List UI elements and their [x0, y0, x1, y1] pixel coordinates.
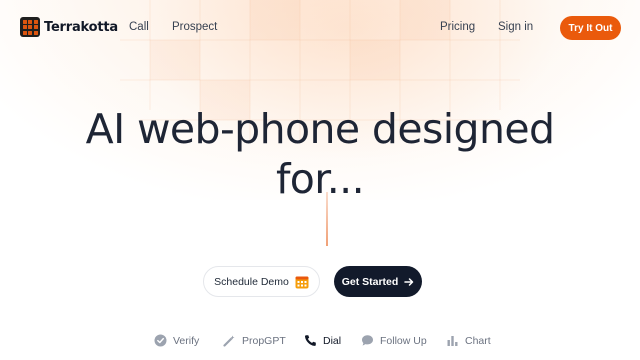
try-it-out-button[interactable]: Try It Out	[560, 16, 621, 40]
wand-icon	[223, 335, 235, 347]
typing-cursor-line	[326, 192, 328, 246]
hero-title-line-1: AI web-phone designed	[85, 105, 555, 153]
arrow-right-icon	[404, 277, 414, 286]
tab-dial-label: Dial	[323, 334, 342, 347]
tab-verify-label: Verify	[173, 334, 200, 347]
top-navigation: Terrakotta Call Prospect Pricing Sign in…	[0, 0, 640, 56]
get-started-button[interactable]: Get Started	[334, 266, 422, 297]
phone-icon	[304, 335, 316, 346]
get-started-label: Get Started	[341, 275, 399, 288]
nav-link-sign-in[interactable]: Sign in	[498, 21, 533, 33]
logo-grid-icon	[20, 17, 40, 37]
nav-link-prospect[interactable]: Prospect	[172, 21, 217, 33]
tab-chart[interactable]: Chart	[446, 334, 491, 347]
brand-name: Terrakotta	[44, 19, 118, 35]
tab-chart-label: Chart	[465, 334, 491, 347]
tab-verify[interactable]: Verify	[154, 334, 199, 347]
chat-bubble-icon	[362, 335, 373, 346]
brand-logo[interactable]: Terrakotta	[20, 17, 118, 37]
calendar-icon	[295, 276, 309, 288]
check-circle-icon	[154, 334, 167, 347]
schedule-demo-button[interactable]: Schedule Demo	[203, 266, 320, 297]
hero-title: AI web-phone designed for...	[0, 104, 640, 204]
nav-link-pricing[interactable]: Pricing	[440, 21, 475, 33]
feature-tabs: Verify PropGPT Dial Follow Up Chart	[0, 334, 640, 354]
bar-chart-icon	[447, 336, 458, 346]
nav-link-call[interactable]: Call	[129, 21, 149, 33]
tab-propgpt-label: PropGPT	[242, 334, 286, 347]
tab-follow-up-label: Follow Up	[380, 334, 427, 347]
tab-dial[interactable]: Dial	[304, 334, 341, 347]
hero-title-line-2: for...	[275, 155, 365, 203]
tab-follow-up[interactable]: Follow Up	[361, 334, 427, 347]
schedule-demo-label: Schedule Demo	[214, 275, 289, 288]
tab-propgpt[interactable]: PropGPT	[223, 334, 286, 347]
